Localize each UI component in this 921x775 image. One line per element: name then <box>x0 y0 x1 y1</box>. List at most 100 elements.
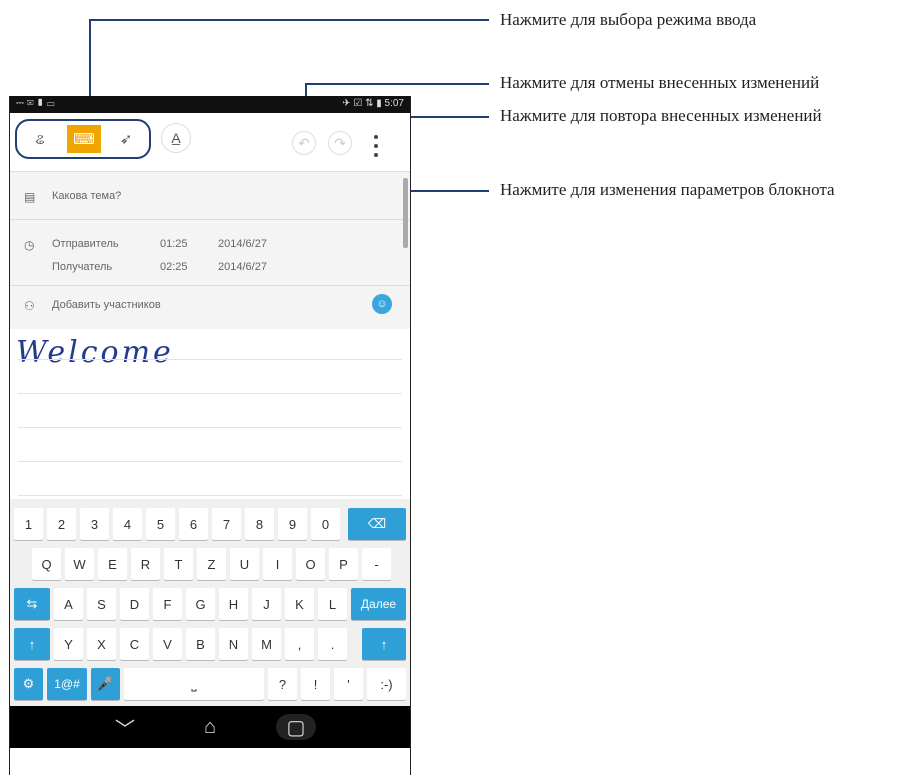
pen-icon: ➶ <box>119 131 133 148</box>
to-label: Получатель <box>52 261 113 273</box>
key-2[interactable]: 2 <box>47 508 76 540</box>
key-period[interactable]: . <box>318 628 347 660</box>
key-4[interactable]: 4 <box>113 508 142 540</box>
key-c[interactable]: C <box>120 628 149 660</box>
key-n[interactable]: N <box>219 628 248 660</box>
shift-icon: ↑ <box>28 636 36 652</box>
space-key[interactable]: ⎵ <box>124 668 264 700</box>
key-a[interactable]: A <box>54 588 83 620</box>
status-system: ✈ ☑ ⇅ ▮ 5:07 <box>342 98 404 109</box>
key-5[interactable]: 5 <box>146 508 175 540</box>
participants-input[interactable]: Добавить участников <box>52 299 161 311</box>
key-exclamation[interactable]: ! <box>301 668 330 700</box>
key-question[interactable]: ? <box>268 668 297 700</box>
symbols-key[interactable]: 1@# <box>47 668 87 700</box>
text-format-button[interactable]: A̲ <box>161 123 191 153</box>
back-button[interactable]: ﹀ <box>105 714 145 741</box>
key-g[interactable]: G <box>186 588 215 620</box>
key-m[interactable]: M <box>252 628 281 660</box>
key-l[interactable]: L <box>318 588 347 620</box>
key-6[interactable]: 6 <box>179 508 208 540</box>
key-1[interactable]: 1 <box>14 508 43 540</box>
key-h[interactable]: H <box>219 588 248 620</box>
key-d[interactable]: D <box>120 588 149 620</box>
recent-apps-button[interactable]: ▢ <box>276 714 316 740</box>
tab-icon: ⇆ <box>26 596 38 611</box>
shift-key-left[interactable]: ↑ <box>14 628 50 660</box>
key-9[interactable]: 9 <box>278 508 307 540</box>
key-j[interactable]: J <box>252 588 281 620</box>
key-smiley[interactable]: :-) <box>367 668 406 700</box>
key-i[interactable]: I <box>263 548 292 580</box>
pen-mode-button[interactable]: ➶ <box>109 125 143 153</box>
navigation-bar: ﹀ ⌂ ▢ <box>10 706 410 748</box>
key-8[interactable]: 8 <box>245 508 274 540</box>
people-icon: ⚇ <box>24 299 35 313</box>
voice-input-key[interactable]: 🎤 <box>91 668 120 700</box>
key-s[interactable]: S <box>87 588 116 620</box>
key-q[interactable]: Q <box>32 548 61 580</box>
key-o[interactable]: O <box>296 548 325 580</box>
key-dash[interactable]: - <box>362 548 391 580</box>
handwritten-text: Welcome <box>16 335 174 370</box>
person-add-icon: ☺ <box>376 298 388 310</box>
keyboard-mode-button[interactable]: ⌨ <box>67 125 101 153</box>
callout-redo: Нажмите для повтора внесенных изменений <box>500 106 822 125</box>
from-time[interactable]: 01:25 <box>160 238 188 250</box>
handwriting-mode-button[interactable]: ଌ <box>23 125 57 153</box>
key-0[interactable]: 0 <box>311 508 340 540</box>
scrollbar[interactable] <box>403 178 408 248</box>
key-y[interactable]: Y <box>54 628 83 660</box>
key-apostrophe[interactable]: ' <box>334 668 363 700</box>
key-x[interactable]: X <box>87 628 116 660</box>
home-button[interactable]: ⌂ <box>190 714 230 740</box>
recent-apps-icon: ▢ <box>286 716 306 739</box>
keyboard-settings-key[interactable]: ⚙ <box>14 668 43 700</box>
ruled-line <box>18 359 402 360</box>
next-key[interactable]: Далее <box>351 588 406 620</box>
key-w[interactable]: W <box>65 548 94 580</box>
microphone-icon: 🎤 <box>97 676 114 691</box>
add-participant-button[interactable]: ☺ <box>372 294 392 314</box>
from-label: Отправитель <box>52 238 119 250</box>
handwriting-icon: ଌ <box>35 130 45 148</box>
key-v[interactable]: V <box>153 628 182 660</box>
ruled-line <box>18 461 402 462</box>
key-7[interactable]: 7 <box>212 508 241 540</box>
key-f[interactable]: F <box>153 588 182 620</box>
key-z[interactable]: Z <box>197 548 226 580</box>
backspace-key[interactable]: ⌫ <box>348 508 406 540</box>
shift-key-right[interactable]: ↑ <box>362 628 406 660</box>
subject-input[interactable]: Какова тема? <box>52 190 121 202</box>
ruled-line <box>18 393 402 394</box>
input-mode-group: ଌ ⌨ ➶ <box>15 119 151 159</box>
note-canvas[interactable]: Welcome <box>10 329 410 499</box>
callout-input-mode: Нажмите для выбора режима ввода <box>500 10 757 29</box>
tab-key[interactable]: ⇆ <box>14 588 50 620</box>
to-date[interactable]: 2014/6/27 <box>218 261 267 273</box>
from-date[interactable]: 2014/6/27 <box>218 238 267 250</box>
key-comma[interactable]: , <box>285 628 314 660</box>
key-p[interactable]: P <box>329 548 358 580</box>
subject-icon: ▤ <box>24 190 36 204</box>
clock-icon: ◷ <box>24 238 35 252</box>
shift-icon: ↑ <box>380 636 388 652</box>
callout-undo: Нажмите для отмены внесенных изменений <box>500 73 820 92</box>
undo-button[interactable]: ↶ <box>292 131 316 155</box>
key-r[interactable]: R <box>131 548 160 580</box>
to-time[interactable]: 02:25 <box>160 261 188 273</box>
redo-icon: ↷ <box>334 134 346 151</box>
key-3[interactable]: 3 <box>80 508 109 540</box>
keyboard-icon: ⌨ <box>73 131 95 148</box>
callout-line-input-mode-h <box>89 19 489 21</box>
redo-button[interactable]: ↷ <box>328 131 352 155</box>
key-b[interactable]: B <box>186 628 215 660</box>
on-screen-keyboard: 1 2 3 4 5 6 7 8 9 0 ⌫ Q W E R T Z U I O … <box>10 499 410 706</box>
key-e[interactable]: E <box>98 548 127 580</box>
key-k[interactable]: K <box>285 588 314 620</box>
key-t[interactable]: T <box>164 548 193 580</box>
key-u[interactable]: U <box>230 548 259 580</box>
back-icon: ﹀ <box>115 718 135 741</box>
tablet-screen: ⎓ ✉ ▮ ▭ ✈ ☑ ⇅ ▮ 5:07 ଌ ⌨ ➶ A̲ ↶ ↷ ▤ Како… <box>9 96 411 775</box>
overflow-menu-button[interactable] <box>370 133 382 159</box>
